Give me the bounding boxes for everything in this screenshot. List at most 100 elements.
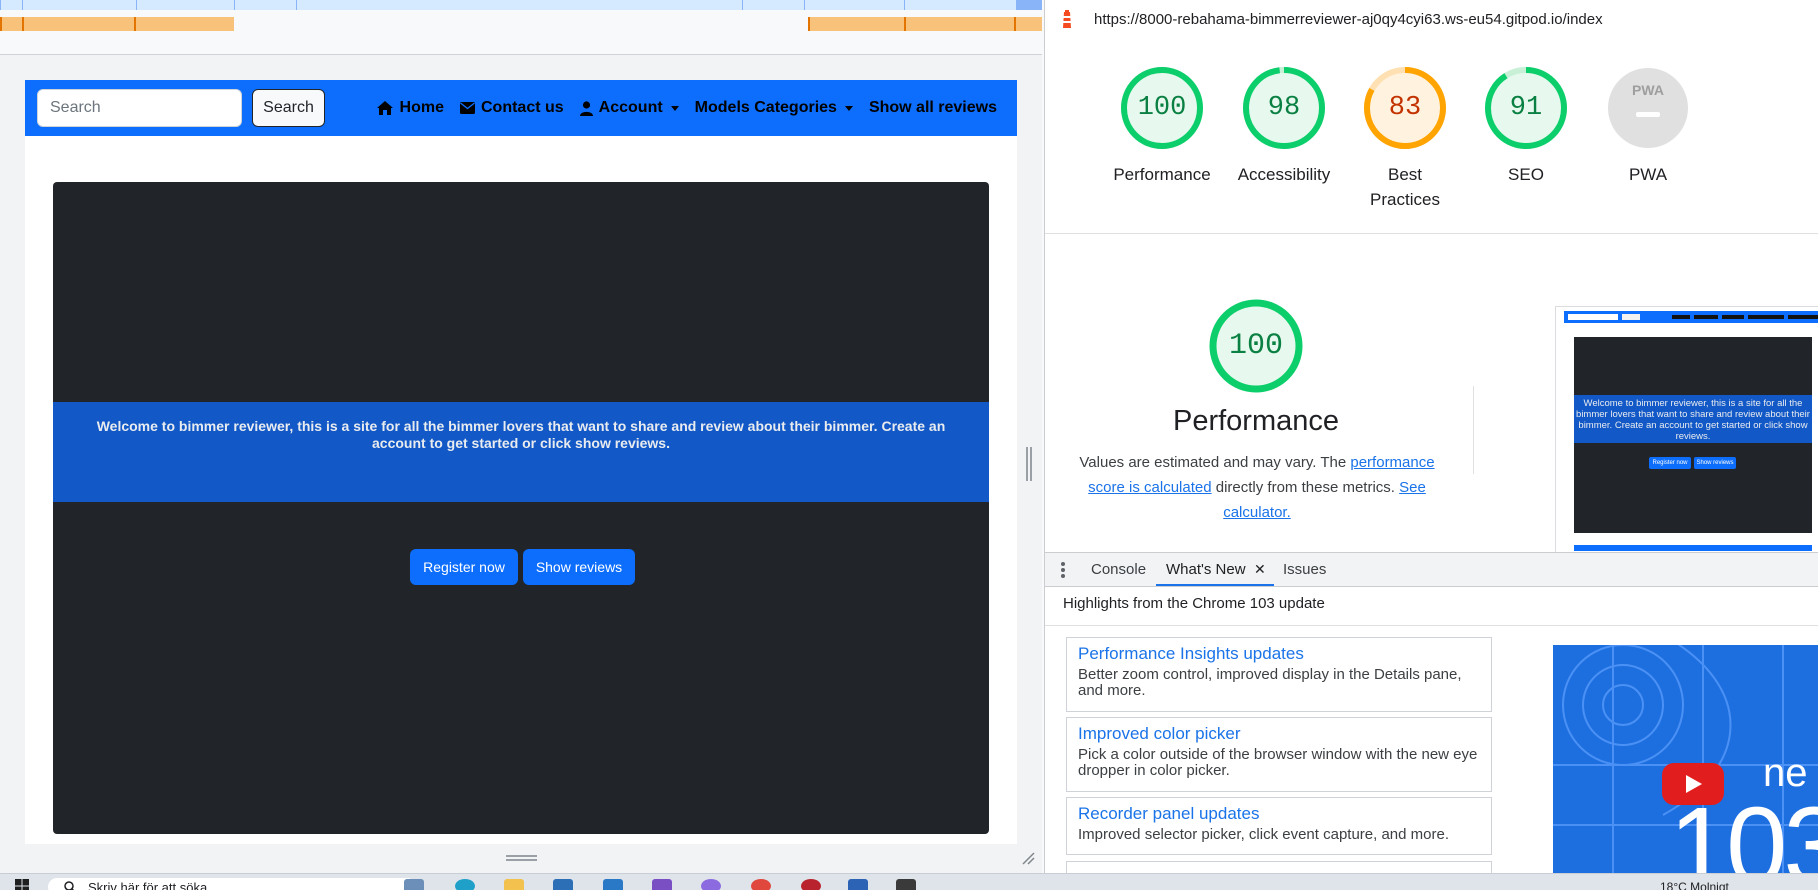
score-gauge-best-practices[interactable]: 83 Best Practices <box>1344 66 1466 212</box>
search-button[interactable]: Search <box>252 89 325 127</box>
gauge-label: Performance <box>1101 162 1223 187</box>
visual-studio-icon[interactable] <box>652 879 672 890</box>
gauge-ring: PWA <box>1606 66 1690 150</box>
whats-new-card[interactable]: Performance Insights updates Better zoom… <box>1066 637 1492 712</box>
tab-console[interactable]: Console <box>1091 553 1146 586</box>
divider <box>1045 625 1818 626</box>
nav-models-dropdown[interactable]: Models Categories <box>695 99 853 117</box>
card-title[interactable]: Performance Insights updates <box>1078 644 1480 664</box>
store-icon[interactable] <box>553 879 573 890</box>
nav-home-link[interactable]: Home <box>376 99 444 117</box>
video-text-103: 103 <box>1669 783 1818 873</box>
score-gauge-seo[interactable]: 91 SEO <box>1465 66 1587 187</box>
gauge-label: SEO <box>1465 162 1587 187</box>
performance-score-value: 100 <box>1209 299 1303 393</box>
thumbnail-welcome-text: Welcome to bimmer reviewer, this is a si… <box>1574 395 1812 443</box>
card-title[interactable]: Recorder panel updates <box>1078 804 1480 824</box>
divider <box>1045 233 1818 234</box>
score-gauge-performance[interactable]: 100 Performance <box>1101 66 1223 187</box>
gauge-score-value: 83 <box>1363 66 1447 150</box>
task-view-icon[interactable] <box>404 879 424 890</box>
performance-title: Performance <box>1145 405 1367 438</box>
drawer-tabbar: Console What's New ✕ Issues <box>1045 553 1818 587</box>
gauge-score-value: 98 <box>1242 66 1326 150</box>
app-icon[interactable] <box>896 879 916 890</box>
pwa-badge-icon: PWA <box>1608 68 1688 148</box>
show-reviews-button[interactable]: Show reviews <box>523 549 635 585</box>
desc-mid: directly from these metrics. <box>1212 479 1400 496</box>
whats-new-card[interactable]: Recorder panel updates Improved selector… <box>1066 797 1492 855</box>
close-icon[interactable]: ✕ <box>1254 553 1266 586</box>
file-explorer-icon[interactable] <box>504 879 524 890</box>
nav-account-label: Account <box>599 99 663 117</box>
app-icon[interactable] <box>801 879 821 890</box>
chrome-update-video-thumbnail[interactable]: ne 103 <box>1553 645 1818 873</box>
windows-taskbar: Skriv här för att söka 18°C Molnigt <box>0 873 1818 890</box>
gauge-ring: 91 <box>1484 66 1568 150</box>
pwa-badge-text: PWA <box>1608 82 1688 98</box>
app-icon[interactable] <box>848 879 868 890</box>
search-input[interactable] <box>37 89 242 127</box>
home-icon <box>376 100 394 116</box>
hero-section: Welcome to bimmer reviewer, this is a si… <box>53 182 989 834</box>
card-text: Better zoom control, improved display in… <box>1078 667 1480 699</box>
thumbnail-navbar <box>1564 311 1818 323</box>
report-url-bar: https://8000-rebahama-bimmerreviewer-aj0… <box>1045 0 1818 40</box>
gauge-ring: 83 <box>1363 66 1447 150</box>
nav-contact-link[interactable]: Contact us <box>460 99 564 117</box>
envelope-icon <box>460 102 475 114</box>
panel-splitter-handle[interactable] <box>1026 447 1032 481</box>
nav-account-dropdown[interactable]: Account <box>580 99 679 117</box>
windows-start-icon[interactable] <box>15 879 29 890</box>
chevron-down-icon <box>671 106 679 111</box>
app-icon[interactable] <box>701 879 721 890</box>
thumbnail-register-button: Register now <box>1649 457 1691 469</box>
highlights-heading: Highlights from the Chrome 103 update <box>1063 595 1325 612</box>
page-screenshot-thumbnail[interactable]: Welcome to bimmer reviewer, this is a si… <box>1555 306 1818 553</box>
more-options-icon[interactable] <box>1061 562 1065 578</box>
whats-new-card[interactable]: Improved color picker Pick a color outsi… <box>1066 717 1492 792</box>
thumbnail-hero: Welcome to bimmer reviewer, this is a si… <box>1574 337 1812 533</box>
card-text: Pick a color outside of the browser wind… <box>1078 747 1480 779</box>
nav-links: Home Contact us Account Models Categorie… <box>376 80 997 136</box>
site-navbar: Search Home Contact us Account Models Ca… <box>25 80 1017 136</box>
card-title[interactable]: Improved color picker <box>1078 724 1480 744</box>
performance-timeline-strip <box>0 0 1042 55</box>
gauge-label: Accessibility <box>1223 162 1345 187</box>
whats-new-card[interactable] <box>1066 861 1492 873</box>
score-gauge-pwa[interactable]: PWAPWA <box>1587 66 1709 187</box>
nav-reviews-link[interactable]: Show all reviews <box>869 99 997 117</box>
desc-prefix: Values are estimated and may vary. The <box>1079 454 1350 471</box>
nav-contact-label: Contact us <box>481 99 564 117</box>
nav-models-label: Models Categories <box>695 99 837 117</box>
resize-grip-icon[interactable] <box>506 855 537 857</box>
corner-resize-icon[interactable] <box>1021 851 1035 865</box>
mail-icon[interactable] <box>603 879 623 890</box>
nav-reviews-label: Show all reviews <box>869 99 997 117</box>
gauge-ring: 98 <box>1242 66 1326 150</box>
lighthouse-icon <box>1059 10 1075 30</box>
audited-url: https://8000-rebahama-bimmerreviewer-aj0… <box>1094 11 1603 28</box>
tab-whats-new-label: What's New <box>1166 561 1246 578</box>
divider <box>1473 386 1474 474</box>
gauge-ring: 100 <box>1120 66 1204 150</box>
gauge-label: Best Practices <box>1370 162 1440 212</box>
chevron-down-icon <box>845 106 853 111</box>
viewport-resize-bar[interactable] <box>0 844 1042 873</box>
nav-home-label: Home <box>400 99 444 117</box>
card-text: Improved selector picker, click event ca… <box>1078 827 1480 843</box>
welcome-banner: Welcome to bimmer reviewer, this is a si… <box>53 402 989 502</box>
performance-description: Values are estimated and may vary. The p… <box>1077 450 1437 525</box>
chrome-icon[interactable] <box>751 879 771 890</box>
emulated-viewport: Search Home Contact us Account Models Ca… <box>25 80 1017 844</box>
devtools-panel: https://8000-rebahama-bimmerreviewer-aj0… <box>1044 0 1818 873</box>
user-icon <box>580 101 593 116</box>
gauge-score-value: 91 <box>1484 66 1568 150</box>
tab-whats-new[interactable]: What's New ✕ <box>1156 553 1274 586</box>
edge-icon[interactable] <box>455 879 475 890</box>
gauge-score-value: 100 <box>1120 66 1204 150</box>
pwa-dash <box>1636 112 1660 117</box>
score-gauge-accessibility[interactable]: 98 Accessibility <box>1223 66 1345 187</box>
register-button[interactable]: Register now <box>410 549 518 585</box>
tab-issues[interactable]: Issues <box>1283 553 1326 586</box>
